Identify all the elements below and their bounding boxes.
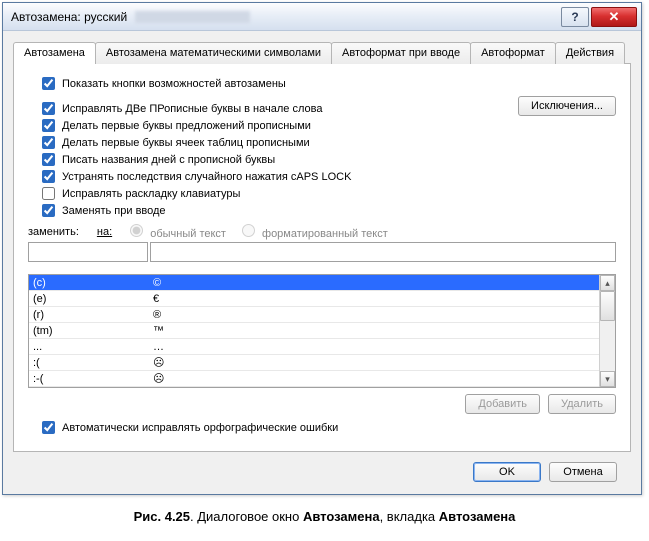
cell-to: ® — [149, 309, 599, 321]
table-row[interactable]: (e)€ — [29, 291, 599, 307]
scroll-up-button[interactable]: ▴ — [600, 275, 615, 291]
cell-from: :( — [29, 357, 149, 369]
cell-to: © — [149, 277, 599, 289]
table-row[interactable]: (c)© — [29, 275, 599, 291]
chk-cap-days[interactable] — [42, 153, 55, 166]
table-row[interactable]: ...… — [29, 339, 599, 355]
lbl-cap-sentences: Делать первые буквы предложений прописны… — [62, 120, 311, 132]
table-row[interactable]: :(☹ — [29, 355, 599, 371]
cell-from: (r) — [29, 309, 149, 321]
close-button[interactable]: ✕ — [591, 7, 637, 27]
chk-keyboard[interactable] — [42, 187, 55, 200]
dialog-body: Автозамена Автозамена математическими си… — [3, 31, 641, 494]
chk-capslock[interactable] — [42, 170, 55, 183]
lbl-keyboard: Исправлять раскладку клавиатуры — [62, 188, 240, 200]
replace-label: заменить: — [28, 226, 79, 238]
scroll-thumb[interactable] — [600, 291, 615, 321]
scrollbar[interactable]: ▴ ▾ — [599, 275, 615, 387]
tab-actions[interactable]: Действия — [555, 42, 625, 64]
ok-button[interactable]: OK — [473, 462, 541, 482]
cell-to: … — [149, 341, 599, 353]
tab-panel: Показать кнопки возможностей автозамены … — [13, 63, 631, 452]
title-text: Автозамена: русский — [11, 10, 127, 24]
cancel-button[interactable]: Отмена — [549, 462, 617, 482]
replacements-table: (c)©(e)€(r)®(tm)™...…:(☹:-(☹ ▴ ▾ — [28, 274, 616, 388]
title-bar[interactable]: Автозамена: русский ? ✕ — [3, 3, 641, 31]
lbl-replace: Заменять при вводе — [62, 205, 166, 217]
tab-math-autocorrect[interactable]: Автозамена математическими символами — [95, 42, 332, 64]
radio-plain-wrap: обычный текст — [130, 224, 226, 240]
scroll-down-button[interactable]: ▾ — [600, 371, 615, 387]
title-blur — [135, 11, 250, 23]
tab-strip: Автозамена Автозамена математическими си… — [13, 42, 631, 64]
replace-input[interactable] — [28, 242, 148, 262]
cell-from: (c) — [29, 277, 149, 289]
window-title: Автозамена: русский — [11, 10, 561, 24]
chk-replace[interactable] — [42, 204, 55, 217]
table-row[interactable]: :-(☹ — [29, 371, 599, 387]
cell-to: € — [149, 293, 599, 305]
chk-cap-cells[interactable] — [42, 136, 55, 149]
cell-from: ... — [29, 341, 149, 353]
radio-plain[interactable] — [130, 224, 143, 237]
cell-from: (tm) — [29, 325, 149, 337]
radio-plain-label: обычный текст — [150, 228, 226, 240]
lbl-show-buttons: Показать кнопки возможностей автозамены — [62, 78, 286, 90]
lbl-two-caps: Исправлять ДВе ПРописные буквы в начале … — [62, 103, 322, 115]
lbl-cap-cells: Делать первые буквы ячеек таблиц прописн… — [62, 137, 310, 149]
radio-formatted[interactable] — [242, 224, 255, 237]
add-button[interactable]: Добавить — [465, 394, 540, 414]
radio-formatted-wrap: форматированный текст — [242, 224, 388, 240]
chk-spellfix[interactable] — [42, 421, 55, 434]
scroll-track[interactable] — [600, 291, 615, 371]
autocorrect-dialog: Автозамена: русский ? ✕ Автозамена Автоз… — [2, 2, 642, 495]
lbl-spellfix: Автоматически исправлять орфографические… — [62, 422, 338, 434]
cell-from: (e) — [29, 293, 149, 305]
chk-cap-sentences[interactable] — [42, 119, 55, 132]
cell-to: ™ — [149, 325, 599, 337]
chk-two-caps[interactable] — [42, 102, 55, 115]
tab-autocorrect[interactable]: Автозамена — [13, 42, 96, 64]
table-row[interactable]: (tm)™ — [29, 323, 599, 339]
figure-caption: Рис. 4.25. Диалоговое окно Автозамена, в… — [0, 497, 649, 530]
caption-prefix: Рис. 4.25 — [134, 509, 190, 524]
with-label: на: — [97, 226, 112, 238]
lbl-capslock: Устранять последствия случайного нажатия… — [62, 171, 351, 183]
tab-autoformat[interactable]: Автоформат — [470, 42, 556, 64]
radio-formatted-label: форматированный текст — [262, 228, 388, 240]
chk-show-buttons[interactable] — [42, 77, 55, 90]
delete-button[interactable]: Удалить — [548, 394, 616, 414]
cell-to: ☹ — [149, 372, 599, 385]
lbl-cap-days: Писать названия дней с прописной буквы — [62, 154, 275, 166]
cell-to: ☹ — [149, 356, 599, 369]
exceptions-button[interactable]: Исключения... — [518, 96, 616, 116]
table-row[interactable]: (r)® — [29, 307, 599, 323]
help-button[interactable]: ? — [561, 7, 589, 27]
table-inner[interactable]: (c)©(e)€(r)®(tm)™...…:(☹:-(☹ — [29, 275, 599, 387]
cell-from: :-( — [29, 373, 149, 385]
tab-autoformat-typing[interactable]: Автоформат при вводе — [331, 42, 471, 64]
with-input[interactable] — [150, 242, 616, 262]
